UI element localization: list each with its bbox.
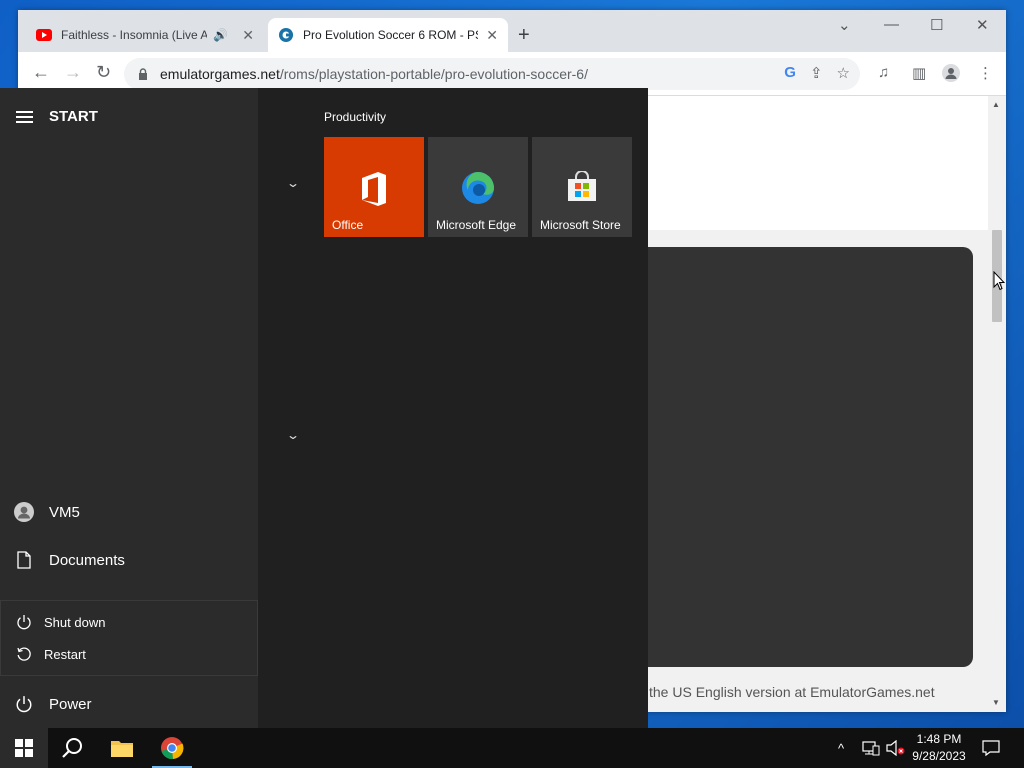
documents-label: Documents xyxy=(49,551,125,569)
side-panel-icon[interactable]: ▥ xyxy=(912,64,926,82)
media-control-icon[interactable]: ♫ xyxy=(878,64,889,81)
page-scrollbar[interactable]: ▲ ▼ xyxy=(988,96,1006,712)
tab-search-icon[interactable]: ⌄ xyxy=(838,16,851,34)
taskbar-clock[interactable]: 1:48 PM 9/28/2023 xyxy=(906,731,972,765)
store-bag-icon xyxy=(568,171,596,201)
user-name: VM5 xyxy=(49,503,80,521)
mouse-cursor-icon xyxy=(993,271,1005,291)
power-options-flyout: Shut down Restart xyxy=(0,600,258,676)
shut-down-option[interactable]: Shut down xyxy=(15,613,105,631)
bookmark-star-icon[interactable]: ☆ xyxy=(837,64,850,82)
power-icon xyxy=(15,613,33,631)
chrome-taskbar-button[interactable] xyxy=(148,728,196,768)
collapse-chevron-icon[interactable]: ⌄ xyxy=(286,428,300,442)
windows-logo-icon xyxy=(15,739,33,757)
power-item[interactable]: Power xyxy=(14,694,92,714)
youtube-icon xyxy=(36,27,52,43)
start-header: START xyxy=(16,108,98,125)
profile-avatar-icon[interactable] xyxy=(942,64,960,86)
tab-faithless[interactable]: Faithless - Insomnia (Live At 🔊 ✕ xyxy=(26,18,264,52)
action-center-icon[interactable] xyxy=(982,728,1000,768)
menu-kebab-icon[interactable]: ⋮ xyxy=(978,64,993,82)
url-path: /roms/playstation-portable/pro-evolution… xyxy=(279,66,588,82)
edge-icon xyxy=(462,172,494,204)
restart-icon xyxy=(15,645,33,663)
power-icon xyxy=(14,694,34,714)
reload-button[interactable]: ↻ xyxy=(96,62,111,83)
tab-strip: Faithless - Insomnia (Live At 🔊 ✕ Pro Ev… xyxy=(18,10,1006,52)
collapse-chevron-icon[interactable]: ⌄ xyxy=(286,176,300,190)
chrome-icon xyxy=(161,737,184,760)
start-button[interactable] xyxy=(0,728,48,768)
google-icon[interactable]: G xyxy=(784,64,796,82)
microsoft-store-tile[interactable]: Microsoft Store xyxy=(532,137,632,237)
office-icon xyxy=(362,172,386,206)
start-title: START xyxy=(49,108,98,125)
volume-muted-icon[interactable] xyxy=(886,728,906,768)
show-hidden-icons-button[interactable]: ^ xyxy=(838,728,844,768)
clock-time: 1:48 PM xyxy=(916,732,962,746)
url-host: emulatorgames.net xyxy=(160,66,280,82)
close-tab-icon[interactable]: ✕ xyxy=(486,27,498,44)
scroll-up-arrow[interactable]: ▲ xyxy=(992,100,1000,109)
search-button[interactable] xyxy=(48,728,96,768)
close-tab-icon[interactable]: ✕ xyxy=(242,27,254,44)
search-icon xyxy=(62,738,82,758)
maximize-button[interactable]: ☐ xyxy=(930,16,943,34)
back-button[interactable]: ← xyxy=(32,62,50,83)
user-account-item[interactable]: VM5 xyxy=(14,502,80,522)
scroll-down-arrow[interactable]: ▼ xyxy=(992,698,1000,707)
network-icon[interactable] xyxy=(862,728,880,768)
shut-down-label: Shut down xyxy=(44,614,106,630)
tile-group-label: Productivity xyxy=(324,110,387,124)
taskbar: ^ 1:48 PM 9/28/2023 xyxy=(0,728,1024,768)
minimize-button[interactable]: — xyxy=(884,16,899,33)
page-snippet: the US English version at EmulatorGames.… xyxy=(649,684,935,700)
forward-button[interactable]: → xyxy=(64,62,82,83)
new-tab-button[interactable]: + xyxy=(518,24,530,46)
tab-title: Pro Evolution Soccer 6 ROM - PS xyxy=(303,28,479,42)
clock-date: 9/28/2023 xyxy=(912,749,966,763)
address-bar[interactable]: emulatorgames.net/roms/playstation-porta… xyxy=(124,58,860,90)
tile-label: Microsoft Store xyxy=(540,218,621,232)
user-avatar-icon xyxy=(14,502,34,522)
office-tile[interactable]: Office xyxy=(324,137,424,237)
tile-label: Microsoft Edge xyxy=(436,218,517,232)
hamburger-menu-icon[interactable] xyxy=(16,110,34,123)
file-explorer-icon xyxy=(111,741,133,757)
restart-label: Restart xyxy=(44,646,86,662)
restart-option[interactable]: Restart xyxy=(15,645,86,663)
microsoft-edge-tile[interactable]: Microsoft Edge xyxy=(428,137,528,237)
tab-title: Faithless - Insomnia (Live At xyxy=(61,28,208,42)
start-menu-sidebar: START VM5 Documents Shut down Restart Po… xyxy=(0,88,258,728)
document-icon xyxy=(14,550,34,570)
start-menu: START VM5 Documents Shut down Restart Po… xyxy=(0,88,648,728)
file-explorer-button[interactable] xyxy=(98,728,146,768)
tab-pes6[interactable]: Pro Evolution Soccer 6 ROM - PS ✕ xyxy=(268,18,508,52)
share-icon[interactable]: ⇪ xyxy=(810,64,823,82)
speaker-icon[interactable]: 🔊 xyxy=(213,28,228,42)
close-window-button[interactable]: ✕ xyxy=(976,16,989,34)
documents-item[interactable]: Documents xyxy=(14,550,125,570)
power-label: Power xyxy=(49,695,92,713)
tile-label: Office xyxy=(332,218,364,232)
lock-icon xyxy=(139,68,147,80)
emulatorgames-icon xyxy=(278,27,294,43)
